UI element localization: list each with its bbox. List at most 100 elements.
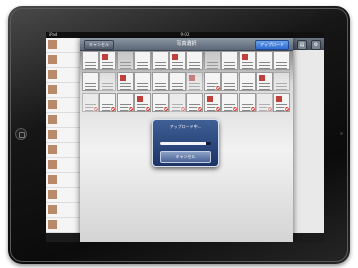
- thumb-text-line: [189, 65, 201, 66]
- checkmark-icon: [232, 106, 238, 111]
- photo-thumbnail[interactable]: [256, 72, 273, 91]
- photo-thumbnail[interactable]: [82, 93, 99, 112]
- list-item[interactable]: [46, 53, 80, 68]
- list-item[interactable]: [46, 143, 80, 158]
- photo-thumbnail[interactable]: [134, 51, 152, 70]
- thumb-text-line: [137, 83, 149, 84]
- photo-thumbnail[interactable]: [186, 51, 204, 70]
- thumb-text-line: [276, 86, 288, 87]
- thumb-text-line: [276, 83, 288, 84]
- list-item[interactable]: [46, 158, 80, 173]
- thumb-text-line: [85, 89, 96, 90]
- list-item[interactable]: [46, 128, 80, 143]
- thumb-photo-block: [119, 75, 126, 81]
- cancel-upload-button[interactable]: キャンセル: [160, 151, 211, 163]
- thumb-text-line: [189, 68, 201, 69]
- photo-thumbnail[interactable]: [169, 93, 186, 112]
- checkmark-icon: [214, 85, 220, 90]
- list-thumb: [48, 205, 57, 214]
- photo-thumbnail[interactable]: [203, 93, 221, 112]
- list-item[interactable]: [46, 173, 80, 188]
- checkmark-icon: [145, 106, 151, 111]
- photo-thumbnail[interactable]: [116, 72, 134, 91]
- photo-thumbnail[interactable]: [256, 51, 273, 70]
- list-item[interactable]: [46, 68, 80, 83]
- thumb-text-line: [119, 68, 131, 69]
- list-item[interactable]: [46, 38, 80, 53]
- thumb-photo-block: [172, 54, 178, 60]
- list-item[interactable]: [46, 218, 80, 233]
- photo-thumbnail[interactable]: [134, 93, 152, 112]
- photo-thumbnail[interactable]: [186, 93, 204, 112]
- picker-nav-bar: キャンセル 写真選択 アップロード: [80, 38, 293, 51]
- photo-thumbnail[interactable]: [221, 51, 239, 70]
- photo-thumbnail[interactable]: [203, 51, 221, 70]
- home-button[interactable]: [15, 128, 27, 140]
- photo-picker: キャンセル 写真選択 アップロード アップロード中... キャンセル: [80, 38, 293, 242]
- photo-thumbnail[interactable]: [99, 72, 117, 91]
- photo-thumbnail[interactable]: [221, 93, 239, 112]
- list-item[interactable]: [46, 203, 80, 218]
- photo-thumbnail[interactable]: [169, 51, 186, 70]
- pages-icon[interactable]: ▤: [297, 40, 307, 50]
- thumb-text-line: [276, 68, 288, 69]
- thumb-text-line: [259, 83, 270, 84]
- photo-thumbnail[interactable]: [273, 51, 291, 70]
- photo-thumbnail[interactable]: [221, 72, 239, 91]
- upload-progress-fill: [160, 142, 206, 145]
- thumb-text-line: [102, 65, 114, 66]
- thumb-text-line: [189, 62, 201, 63]
- thumb-text-line: [259, 68, 270, 69]
- thumb-text-line: [154, 86, 166, 87]
- thumb-text-line: [172, 68, 183, 69]
- list-item[interactable]: [46, 188, 80, 203]
- thumb-text-line: [85, 104, 96, 105]
- photo-thumbnail[interactable]: [82, 72, 99, 91]
- photo-thumbnail[interactable]: [116, 51, 134, 70]
- thumb-text-line: [206, 65, 218, 66]
- list-item[interactable]: [46, 113, 80, 128]
- thumb-text-line: [206, 62, 218, 63]
- settings-icon[interactable]: ⚙: [311, 40, 321, 50]
- background-list: [46, 38, 81, 242]
- thumb-text-line: [154, 68, 166, 69]
- photo-thumbnail[interactable]: [273, 93, 291, 112]
- photo-thumbnail[interactable]: [82, 51, 99, 70]
- list-item[interactable]: [46, 98, 80, 113]
- photo-thumbnail[interactable]: [151, 72, 169, 91]
- photo-thumbnail[interactable]: [151, 93, 169, 112]
- photo-thumbnail[interactable]: [273, 72, 291, 91]
- thumb-text-line: [119, 104, 131, 105]
- upload-button[interactable]: アップロード: [255, 40, 289, 50]
- photo-thumbnail[interactable]: [186, 72, 204, 91]
- checkmark-icon: [284, 106, 290, 111]
- list-thumb: [48, 145, 57, 154]
- photo-thumbnail[interactable]: [238, 72, 256, 91]
- list-thumb: [48, 190, 57, 199]
- thumb-text-line: [241, 104, 253, 105]
- photo-thumbnail[interactable]: [169, 72, 186, 91]
- list-thumb: [48, 160, 57, 169]
- thumb-text-line: [102, 104, 114, 105]
- thumb-text-line: [241, 89, 253, 90]
- thumb-text-line: [172, 86, 183, 87]
- thumb-text-line: [189, 86, 201, 87]
- thumb-text-line: [224, 65, 236, 66]
- thumb-text-line: [85, 86, 96, 87]
- photo-thumbnail[interactable]: [116, 93, 134, 112]
- thumb-text-line: [224, 68, 236, 69]
- thumb-text-line: [137, 65, 149, 66]
- thumb-text-line: [206, 83, 218, 84]
- photo-thumbnail[interactable]: [99, 93, 117, 112]
- checkmark-icon: [127, 106, 133, 111]
- thumb-photo-block: [102, 54, 109, 60]
- thumb-photo-block: [276, 96, 283, 102]
- photo-thumbnail[interactable]: [238, 51, 256, 70]
- list-item[interactable]: [46, 83, 80, 98]
- photo-thumbnail[interactable]: [203, 72, 221, 91]
- photo-thumbnail[interactable]: [99, 51, 117, 70]
- photo-thumbnail[interactable]: [256, 93, 273, 112]
- photo-thumbnail[interactable]: [151, 51, 169, 70]
- photo-thumbnail[interactable]: [134, 72, 152, 91]
- photo-thumbnail[interactable]: [238, 93, 256, 112]
